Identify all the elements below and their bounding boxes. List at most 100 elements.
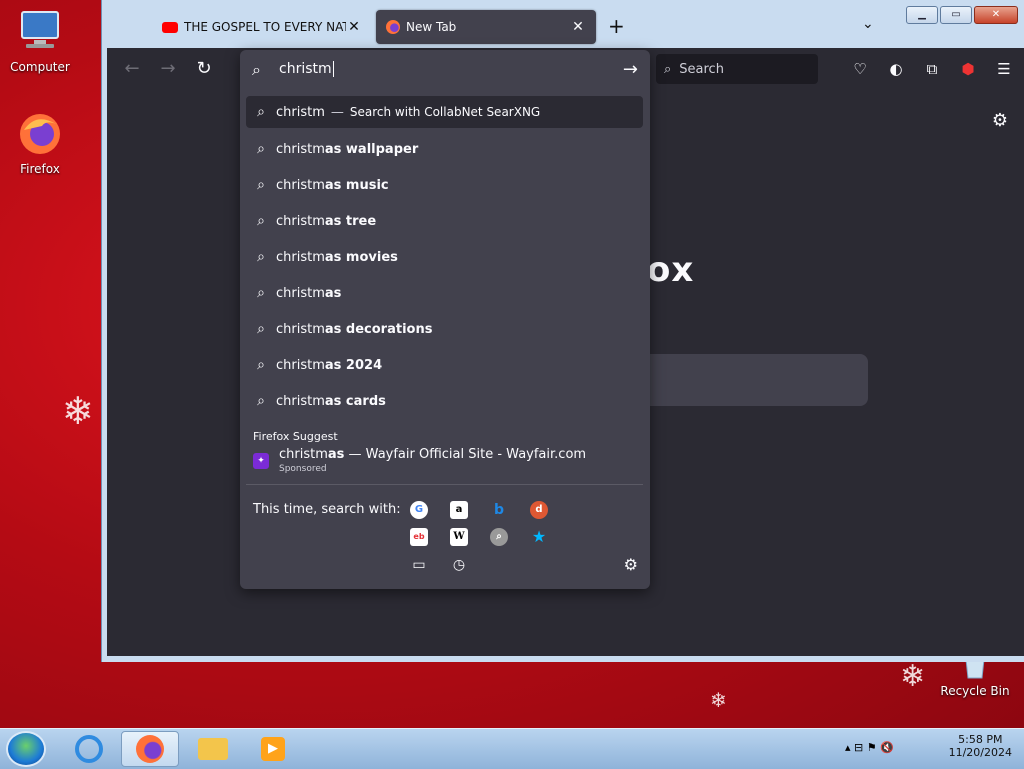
firefox-wordmark: ox [647, 250, 695, 290]
suggestion-suffix: as [324, 285, 342, 301]
sponsored-bold: as [327, 447, 345, 462]
bookmarks-star-icon[interactable]: ★ [530, 528, 548, 546]
suggestion-prefix: christm [276, 141, 325, 157]
window-controls: ▁ ▭ ✕ [906, 6, 1018, 24]
close-tab-icon[interactable]: ✕ [346, 19, 362, 35]
tab-title: THE GOSPEL TO EVERY NATION [184, 20, 346, 34]
snowflake-decoration: ❄ [710, 688, 727, 712]
separator: — [330, 104, 344, 120]
sponsored-tag: Sponsored [279, 464, 327, 474]
ebay-icon[interactable]: eb [410, 528, 428, 546]
tab-title: New Tab [406, 20, 457, 34]
search-icon: ⌕ [257, 104, 265, 120]
snowflake-decoration: ❄ [900, 659, 926, 694]
suggestion-item[interactable]: ⌕ christm as 2024 [246, 349, 643, 381]
amazon-icon[interactable]: a [450, 501, 468, 519]
minimize-button[interactable]: ▁ [906, 6, 938, 24]
suggestion-prefix: christm [276, 285, 325, 301]
snowflake-decoration: ❄ [62, 389, 94, 433]
search-icon: ⌕ [257, 249, 265, 265]
search-settings-gear-icon[interactable]: ⚙ [624, 555, 638, 574]
desktop-icon-label: Computer [10, 60, 70, 74]
tab-youtube[interactable]: THE GOSPEL TO EVERY NATION ✕ [152, 10, 372, 44]
new-tab-plus-icon[interactable]: + [608, 14, 625, 38]
suggestion-prefix: christm [276, 213, 325, 229]
suggestion-suffix: as movies [324, 249, 398, 265]
clock[interactable]: 5:58 PM 11/20/2024 [949, 733, 1012, 759]
close-window-button[interactable]: ✕ [974, 6, 1018, 24]
search-icon: ⌕ [252, 60, 261, 79]
ublock-origin-icon[interactable]: ⬢ [958, 59, 978, 79]
suggestion-item[interactable]: ⌕ christm as [246, 277, 643, 309]
suggestion-prefix: christm [276, 357, 325, 373]
query-text: christm [276, 104, 325, 120]
google-icon[interactable]: G [410, 501, 428, 519]
youtube-icon [162, 21, 178, 33]
close-tab-icon[interactable]: ✕ [570, 19, 586, 35]
searxng-icon[interactable]: ⌕ [490, 528, 508, 546]
tray-icons[interactable]: ▴ ⊟ ⚑ 🔇 [845, 741, 894, 754]
dark-reader-icon[interactable]: ◐ [886, 59, 906, 79]
list-all-tabs-chevron-icon[interactable]: ⌄ [862, 16, 874, 32]
firefox-icon [16, 110, 64, 158]
bing-icon[interactable]: b [490, 501, 508, 519]
duckduckgo-icon[interactable]: d [530, 501, 548, 519]
start-button[interactable] [6, 731, 46, 767]
suggestion-prefix: christm [276, 321, 325, 337]
suggestion-item[interactable]: ⌕ christm as decorations [246, 313, 643, 345]
firefox-icon [386, 20, 400, 34]
back-arrow-icon[interactable]: ← [121, 58, 143, 80]
file-explorer-icon[interactable] [184, 731, 242, 767]
search-icon: ⌕ [257, 213, 265, 229]
suggestion-suffix: as tree [324, 213, 377, 229]
tabs-icon[interactable]: ▭ [410, 556, 428, 574]
go-arrow-icon[interactable]: → [623, 59, 638, 80]
sponsored-suggestion[interactable]: ✦ christmas — Wayfair Official Site - Wa… [246, 447, 643, 481]
maximize-button[interactable]: ▭ [940, 6, 972, 24]
sponsored-rest: — Wayfair Official Site - Wayfair.com [344, 447, 587, 462]
firefox-taskbar-icon[interactable] [121, 731, 179, 767]
desktop-icon-computer[interactable]: Computer [0, 8, 80, 74]
menu-hamburger-icon[interactable]: ☰ [994, 59, 1014, 79]
toolbar-search-placeholder: Search [679, 61, 724, 77]
search-icon: ⌕ [257, 393, 265, 409]
wikipedia-icon[interactable]: W [450, 528, 468, 546]
firefox-suggest-heading: Firefox Suggest [253, 430, 338, 443]
desktop-icon-label: Firefox [20, 162, 60, 176]
divider [246, 484, 643, 485]
wayfair-icon: ✦ [253, 453, 269, 469]
toolbar-search-box[interactable]: ⌕ Search [656, 54, 818, 84]
taskbar: ▶ ▴ ⊟ ⚑ 🔇 5:58 PM 11/20/2024 [0, 728, 1024, 769]
suggestion-item[interactable]: ⌕ christm as wallpaper [246, 133, 643, 165]
suggestion-item[interactable]: ⌕ christm as cards [246, 385, 643, 417]
desktop-icon-firefox[interactable]: Firefox [0, 110, 80, 176]
settings-gear-icon[interactable]: ⚙ [992, 110, 1008, 131]
history-icon[interactable]: ◷ [450, 556, 468, 574]
urlbar-input[interactable]: ⌕ christm → [240, 50, 650, 90]
desktop-icon-label: Recycle Bin [940, 684, 1010, 698]
forward-arrow-icon[interactable]: → [157, 58, 179, 80]
search-icon: ⌕ [257, 321, 265, 337]
suggestion-item[interactable]: ⌕ christm as music [246, 169, 643, 201]
this-time-search-label: This time, search with: [253, 502, 401, 517]
suggestion-suffix: as decorations [324, 321, 433, 337]
media-player-icon[interactable]: ▶ [244, 731, 302, 767]
suggestion-suffix: as 2024 [324, 357, 383, 373]
suggestion-suffix: as wallpaper [324, 141, 419, 157]
reload-icon[interactable]: ↻ [193, 58, 215, 80]
search-icon: ⌕ [257, 357, 265, 373]
search-engine-row[interactable]: ⌕ christm — Search with CollabNet SearXN… [246, 96, 643, 128]
tab-new-tab[interactable]: New Tab ✕ [376, 10, 596, 44]
suggestion-item[interactable]: ⌕ christm as tree [246, 205, 643, 237]
clock-date: 11/20/2024 [948, 746, 1012, 759]
suggestion-item[interactable]: ⌕ christm as movies [246, 241, 643, 273]
engine-text: Search with CollabNet SearXNG [349, 105, 541, 119]
newtab-search-field[interactable] [650, 354, 868, 406]
extensions-puzzle-icon[interactable]: ⧉ [922, 59, 942, 79]
computer-icon [16, 8, 64, 56]
urlbar-typed-text: christm [279, 61, 332, 77]
internet-explorer-icon[interactable] [60, 731, 118, 767]
search-icon: ⌕ [257, 177, 265, 193]
pocket-icon[interactable]: ♡ [850, 59, 870, 79]
search-icon: ⌕ [257, 285, 265, 301]
